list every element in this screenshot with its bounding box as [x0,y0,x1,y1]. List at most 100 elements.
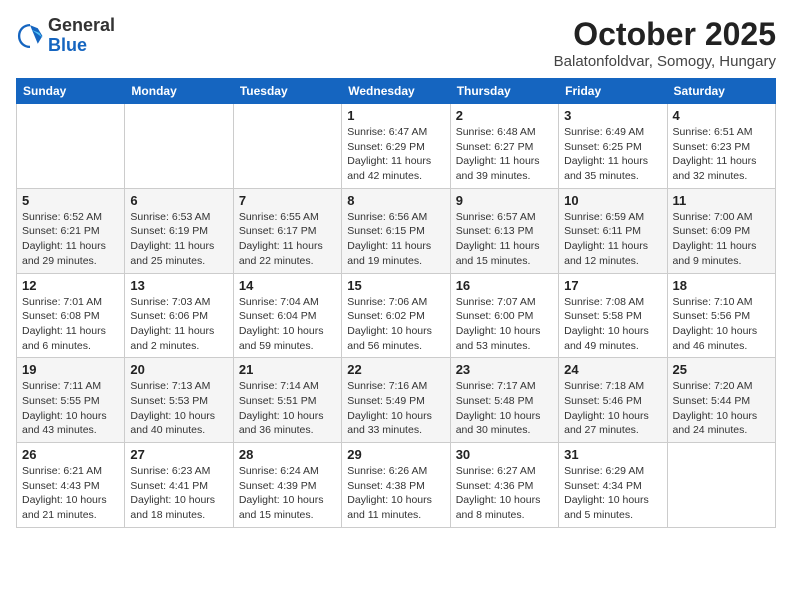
day-cell [125,104,233,189]
day-cell [17,104,125,189]
calendar-table: SundayMondayTuesdayWednesdayThursdayFrid… [16,78,776,528]
day-info: Sunrise: 7:06 AM Sunset: 6:02 PM Dayligh… [347,295,444,354]
day-info: Sunrise: 7:08 AM Sunset: 5:58 PM Dayligh… [564,295,661,354]
day-number: 9 [456,193,553,208]
day-number: 2 [456,108,553,123]
weekday-header-thursday: Thursday [450,79,558,104]
day-number: 19 [22,362,119,377]
day-number: 6 [130,193,227,208]
logo-text: General Blue [48,16,115,56]
day-number: 10 [564,193,661,208]
day-cell: 27 Sunrise: 6:23 AM Sunset: 4:41 PM Dayli… [125,443,233,528]
weekday-header-sunday: Sunday [17,79,125,104]
day-number: 13 [130,278,227,293]
week-row-1: 1 Sunrise: 6:47 AM Sunset: 6:29 PM Daylig… [17,104,776,189]
logo-icon [16,22,44,50]
day-number: 12 [22,278,119,293]
day-info: Sunrise: 7:07 AM Sunset: 6:00 PM Dayligh… [456,295,553,354]
day-info: Sunrise: 7:17 AM Sunset: 5:48 PM Dayligh… [456,379,553,438]
day-cell: 11Sunrise: 7:00 AM Sunset: 6:09 PM Dayli… [667,188,775,273]
day-info: Sunrise: 6:26 AM Sunset: 4:38 PM Dayligh… [347,464,444,523]
day-info: Sunrise: 7:14 AM Sunset: 5:51 PM Dayligh… [239,379,336,438]
day-info: Sunrise: 6:59 AM Sunset: 6:11 PM Dayligh… [564,210,661,269]
month-title: October 2025 [554,16,776,53]
day-cell: 23 Sunrise: 7:17 AM Sunset: 5:48 PM Dayli… [450,358,558,443]
day-cell: 1 Sunrise: 6:47 AM Sunset: 6:29 PM Daylig… [342,104,450,189]
day-cell: 5 Sunrise: 6:52 AM Sunset: 6:21 PM Daylig… [17,188,125,273]
day-info: Sunrise: 6:51 AM Sunset: 6:23 PM Dayligh… [673,125,770,184]
page-header: General Blue October 2025 Balatonfoldvar… [16,16,776,70]
day-number: 3 [564,108,661,123]
day-number: 25 [673,362,770,377]
weekday-header-friday: Friday [559,79,667,104]
day-info: Sunrise: 7:18 AM Sunset: 5:46 PM Dayligh… [564,379,661,438]
day-cell: 20 Sunrise: 7:13 AM Sunset: 5:53 PM Dayli… [125,358,233,443]
week-row-3: 12 Sunrise: 7:01 AM Sunset: 6:08 PM Dayli… [17,273,776,358]
weekday-header-monday: Monday [125,79,233,104]
day-number: 23 [456,362,553,377]
day-cell: 2 Sunrise: 6:48 AM Sunset: 6:27 PM Daylig… [450,104,558,189]
day-cell: 18Sunrise: 7:10 AM Sunset: 5:56 PM Dayli… [667,273,775,358]
day-info: Sunrise: 6:29 AM Sunset: 4:34 PM Dayligh… [564,464,661,523]
day-cell: 25 Sunrise: 7:20 AM Sunset: 5:44 PM Dayli… [667,358,775,443]
day-number: 20 [130,362,227,377]
day-cell: 14Sunrise: 7:04 AM Sunset: 6:04 PM Dayli… [233,273,341,358]
day-info: Sunrise: 6:23 AM Sunset: 4:41 PM Dayligh… [130,464,227,523]
day-number: 4 [673,108,770,123]
weekday-header-row: SundayMondayTuesdayWednesdayThursdayFrid… [17,79,776,104]
week-row-2: 5 Sunrise: 6:52 AM Sunset: 6:21 PM Daylig… [17,188,776,273]
day-cell: 7 Sunrise: 6:55 AM Sunset: 6:17 PM Daylig… [233,188,341,273]
day-info: Sunrise: 7:13 AM Sunset: 5:53 PM Dayligh… [130,379,227,438]
day-cell: 6Sunrise: 6:53 AM Sunset: 6:19 PM Daylig… [125,188,233,273]
day-cell [233,104,341,189]
day-cell: 22Sunrise: 7:16 AM Sunset: 5:49 PM Dayli… [342,358,450,443]
weekday-header-saturday: Saturday [667,79,775,104]
day-cell: 4 Sunrise: 6:51 AM Sunset: 6:23 PM Daylig… [667,104,775,189]
day-number: 22 [347,362,444,377]
day-number: 1 [347,108,444,123]
day-info: Sunrise: 7:20 AM Sunset: 5:44 PM Dayligh… [673,379,770,438]
day-info: Sunrise: 7:01 AM Sunset: 6:08 PM Dayligh… [22,295,119,354]
day-number: 24 [564,362,661,377]
day-number: 26 [22,447,119,462]
day-info: Sunrise: 7:10 AM Sunset: 5:56 PM Dayligh… [673,295,770,354]
day-number: 5 [22,193,119,208]
day-number: 16 [456,278,553,293]
day-info: Sunrise: 6:56 AM Sunset: 6:15 PM Dayligh… [347,210,444,269]
day-cell: 8 Sunrise: 6:56 AM Sunset: 6:15 PM Daylig… [342,188,450,273]
day-cell: 21 Sunrise: 7:14 AM Sunset: 5:51 PM Dayli… [233,358,341,443]
logo: General Blue [16,16,115,56]
day-number: 21 [239,362,336,377]
day-cell [667,443,775,528]
day-cell: 3Sunrise: 6:49 AM Sunset: 6:25 PM Daylig… [559,104,667,189]
title-block: October 2025 Balatonfoldvar, Somogy, Hun… [554,16,776,70]
weekday-header-wednesday: Wednesday [342,79,450,104]
day-number: 27 [130,447,227,462]
day-number: 7 [239,193,336,208]
day-number: 17 [564,278,661,293]
week-row-5: 26Sunrise: 6:21 AM Sunset: 4:43 PM Dayli… [17,443,776,528]
day-info: Sunrise: 6:24 AM Sunset: 4:39 PM Dayligh… [239,464,336,523]
day-cell: 30 Sunrise: 6:27 AM Sunset: 4:36 PM Dayli… [450,443,558,528]
day-info: Sunrise: 7:03 AM Sunset: 6:06 PM Dayligh… [130,295,227,354]
day-info: Sunrise: 7:00 AM Sunset: 6:09 PM Dayligh… [673,210,770,269]
day-number: 29 [347,447,444,462]
day-info: Sunrise: 6:27 AM Sunset: 4:36 PM Dayligh… [456,464,553,523]
day-info: Sunrise: 6:47 AM Sunset: 6:29 PM Dayligh… [347,125,444,184]
day-info: Sunrise: 6:48 AM Sunset: 6:27 PM Dayligh… [456,125,553,184]
day-cell: 10 Sunrise: 6:59 AM Sunset: 6:11 PM Dayli… [559,188,667,273]
day-cell: 16 Sunrise: 7:07 AM Sunset: 6:00 PM Dayli… [450,273,558,358]
day-number: 8 [347,193,444,208]
day-info: Sunrise: 7:11 AM Sunset: 5:55 PM Dayligh… [22,379,119,438]
day-cell: 28Sunrise: 6:24 AM Sunset: 4:39 PM Dayli… [233,443,341,528]
day-cell: 31Sunrise: 6:29 AM Sunset: 4:34 PM Dayli… [559,443,667,528]
day-cell: 12 Sunrise: 7:01 AM Sunset: 6:08 PM Dayli… [17,273,125,358]
day-info: Sunrise: 6:52 AM Sunset: 6:21 PM Dayligh… [22,210,119,269]
day-cell: 15Sunrise: 7:06 AM Sunset: 6:02 PM Dayli… [342,273,450,358]
day-info: Sunrise: 6:57 AM Sunset: 6:13 PM Dayligh… [456,210,553,269]
day-info: Sunrise: 6:55 AM Sunset: 6:17 PM Dayligh… [239,210,336,269]
day-number: 30 [456,447,553,462]
day-info: Sunrise: 7:04 AM Sunset: 6:04 PM Dayligh… [239,295,336,354]
location-subtitle: Balatonfoldvar, Somogy, Hungary [554,53,776,70]
day-cell: 19 Sunrise: 7:11 AM Sunset: 5:55 PM Dayli… [17,358,125,443]
